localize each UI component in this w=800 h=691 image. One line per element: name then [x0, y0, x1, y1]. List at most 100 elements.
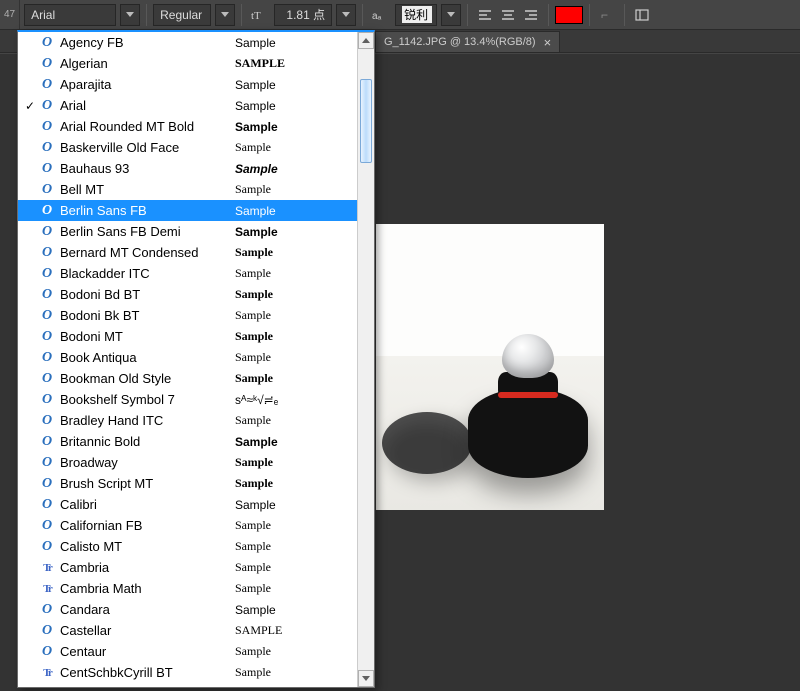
opentype-glyph-icon: O: [38, 245, 56, 261]
font-sample-label: Sample: [235, 560, 357, 575]
opentype-glyph-icon: O: [38, 77, 56, 93]
font-size-dropdown-arrow[interactable]: [336, 4, 356, 26]
font-sample-label: Sample: [235, 498, 357, 512]
opentype-glyph-icon: O: [38, 392, 56, 408]
svg-text:tT: tT: [251, 10, 261, 22]
font-name-label: Calisto MT: [56, 539, 235, 554]
font-sample-label: Sample: [235, 435, 357, 449]
scroll-thumb[interactable]: [360, 79, 372, 163]
font-row[interactable]: OAgency FBSample: [18, 32, 357, 53]
font-row[interactable]: OBernard MT CondensedSample: [18, 242, 357, 263]
font-size-icon: tT: [248, 4, 270, 26]
font-row[interactable]: OCalisto MTSample: [18, 536, 357, 557]
font-row[interactable]: OCastellarSAMPLE: [18, 620, 357, 641]
font-row[interactable]: OBrush Script MTSample: [18, 473, 357, 494]
font-name-label: Bookman Old Style: [56, 371, 235, 386]
font-row[interactable]: TrCambria MathSample: [18, 578, 357, 599]
font-sample-label: Sample: [235, 644, 357, 659]
font-row[interactable]: OBaskerville Old FaceSample: [18, 137, 357, 158]
font-row[interactable]: OAparajitaSample: [18, 74, 357, 95]
font-row[interactable]: ✓OArialSample: [18, 95, 357, 116]
font-name-label: Bell MT: [56, 182, 235, 197]
font-size-combo[interactable]: 1.81 点: [274, 4, 332, 26]
opentype-glyph-icon: O: [38, 371, 56, 387]
toolbar-divider: [467, 4, 468, 26]
font-style-dropdown-arrow[interactable]: [215, 4, 235, 26]
font-name-label: Bodoni MT: [56, 329, 235, 344]
font-row[interactable]: OBodoni Bd BTSample: [18, 284, 357, 305]
font-sample-label: Sample: [235, 140, 357, 155]
font-row[interactable]: OAlgerianSAMPLE: [18, 53, 357, 74]
font-sample-label: Sample: [235, 518, 357, 533]
antialias-value: 锐利: [402, 6, 432, 23]
font-list[interactable]: OAgency FBSampleOAlgerianSAMPLEOAparajit…: [18, 32, 357, 687]
font-row[interactable]: OCentaurSample: [18, 641, 357, 662]
font-sample-label: Sample: [235, 329, 357, 344]
font-name-label: Arial: [56, 98, 235, 113]
font-family-dropdown-arrow[interactable]: [120, 4, 140, 26]
font-row[interactable]: OBodoni Bk BTSample: [18, 305, 357, 326]
font-sample-label: Sample: [235, 204, 357, 218]
text-color-swatch[interactable]: [555, 6, 583, 24]
font-row[interactable]: OBradley Hand ITCSample: [18, 410, 357, 431]
antialias-dropdown-arrow[interactable]: [441, 4, 461, 26]
font-name-label: Cambria Math: [56, 581, 235, 596]
font-row[interactable]: OBlackadder ITCSample: [18, 263, 357, 284]
font-list-scrollbar[interactable]: [357, 32, 374, 687]
font-row[interactable]: OCandaraSample: [18, 599, 357, 620]
align-right-button[interactable]: [520, 4, 542, 26]
font-row[interactable]: OBell MTSample: [18, 179, 357, 200]
font-sample-label: Sample: [235, 245, 357, 260]
font-style-combo[interactable]: Regular: [153, 4, 211, 26]
font-sample-label: Sample: [235, 36, 357, 50]
font-sample-label: Sample: [235, 266, 357, 281]
panel-toggle-icon[interactable]: [631, 4, 653, 26]
font-name-label: Blackadder ITC: [56, 266, 235, 281]
font-row[interactable]: OBauhaus 93Sample: [18, 158, 357, 179]
font-name-label: CentSchbkCyrill BT: [56, 665, 235, 680]
font-row[interactable]: OBritannic BoldSample: [18, 431, 357, 452]
font-row[interactable]: OBookshelf Symbol 7sᴬ≈ᵏ√≓ₑ: [18, 389, 357, 410]
font-sample-label: Sample: [235, 182, 357, 197]
font-family-combo[interactable]: Arial: [24, 4, 116, 26]
opentype-glyph-icon: O: [38, 308, 56, 324]
font-row[interactable]: OCalifornian FBSample: [18, 515, 357, 536]
truetype-glyph-icon: Tr: [38, 562, 56, 574]
font-sample-label: SAMPLE: [235, 56, 357, 71]
scroll-down-button[interactable]: [358, 670, 374, 687]
font-row[interactable]: OBook AntiquaSample: [18, 347, 357, 368]
font-sample-label: Sample: [235, 413, 357, 428]
opentype-glyph-icon: O: [38, 119, 56, 135]
font-family-dropdown: OAgency FBSampleOAlgerianSAMPLEOAparajit…: [17, 30, 375, 688]
check-icon: ✓: [22, 99, 38, 113]
font-row[interactable]: OCalibriSample: [18, 494, 357, 515]
font-row[interactable]: OBerlin Sans FBSample: [18, 200, 357, 221]
antialias-icon: aₐ: [369, 4, 391, 26]
font-name-label: Bodoni Bd BT: [56, 287, 235, 302]
align-left-button[interactable]: [474, 4, 496, 26]
document-tab[interactable]: G_1142.JPG @ 13.4%(RGB/8) ×: [375, 31, 560, 52]
opentype-glyph-icon: O: [38, 287, 56, 303]
font-name-label: Bernard MT Condensed: [56, 245, 235, 260]
font-name-label: Baskerville Old Face: [56, 140, 235, 155]
antialias-combo[interactable]: 锐利: [395, 4, 437, 26]
align-center-button[interactable]: [497, 4, 519, 26]
font-row[interactable]: OBroadwaySample: [18, 452, 357, 473]
warp-text-icon[interactable]: ⌐: [596, 4, 618, 26]
scroll-up-button[interactable]: [358, 32, 374, 49]
font-row[interactable]: OBookman Old StyleSample: [18, 368, 357, 389]
font-name-label: Berlin Sans FB Demi: [56, 224, 235, 239]
edge-label: 47: [4, 0, 20, 29]
font-name-label: Bodoni Bk BT: [56, 308, 235, 323]
truetype-glyph-icon: Tr: [38, 583, 56, 595]
close-icon[interactable]: ×: [544, 36, 552, 49]
font-sample-label: Sample: [235, 371, 357, 386]
font-sample-label: Sample: [235, 120, 357, 134]
font-row[interactable]: OBerlin Sans FB DemiSample: [18, 221, 357, 242]
font-name-label: Castellar: [56, 623, 235, 638]
font-row[interactable]: OArial Rounded MT BoldSample: [18, 116, 357, 137]
font-row[interactable]: TrCambriaSample: [18, 557, 357, 578]
font-row[interactable]: OBodoni MTSample: [18, 326, 357, 347]
font-row[interactable]: TrCentSchbkCyrill BTSample: [18, 662, 357, 683]
font-name-label: Agency FB: [56, 35, 235, 50]
